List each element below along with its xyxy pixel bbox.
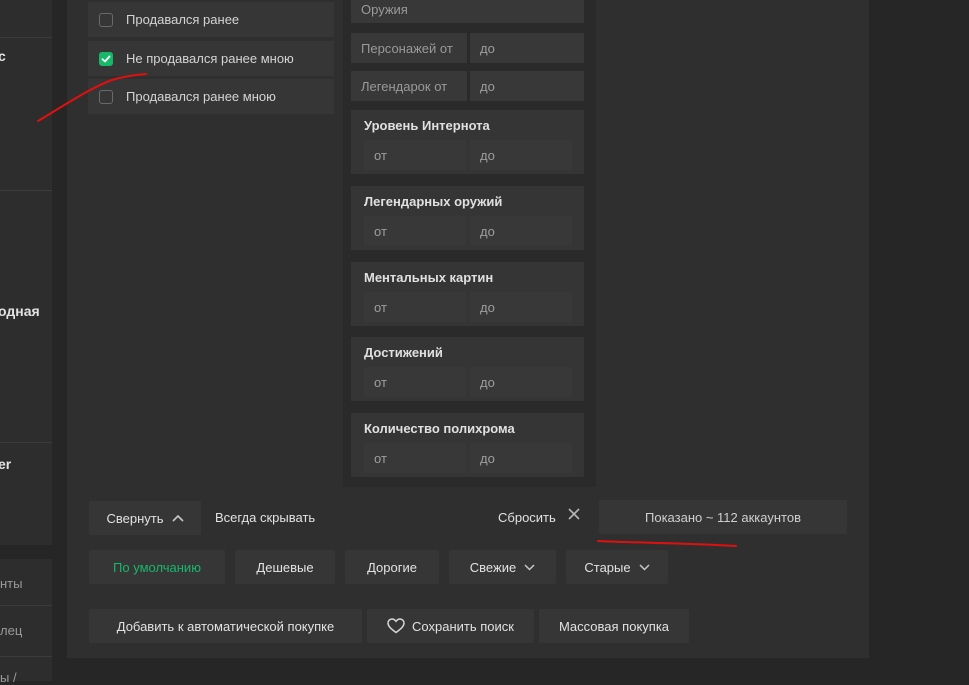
annotation-underline — [597, 540, 737, 547]
annotation-stroke — [37, 73, 147, 122]
annotation-overlay — [37, 73, 737, 547]
